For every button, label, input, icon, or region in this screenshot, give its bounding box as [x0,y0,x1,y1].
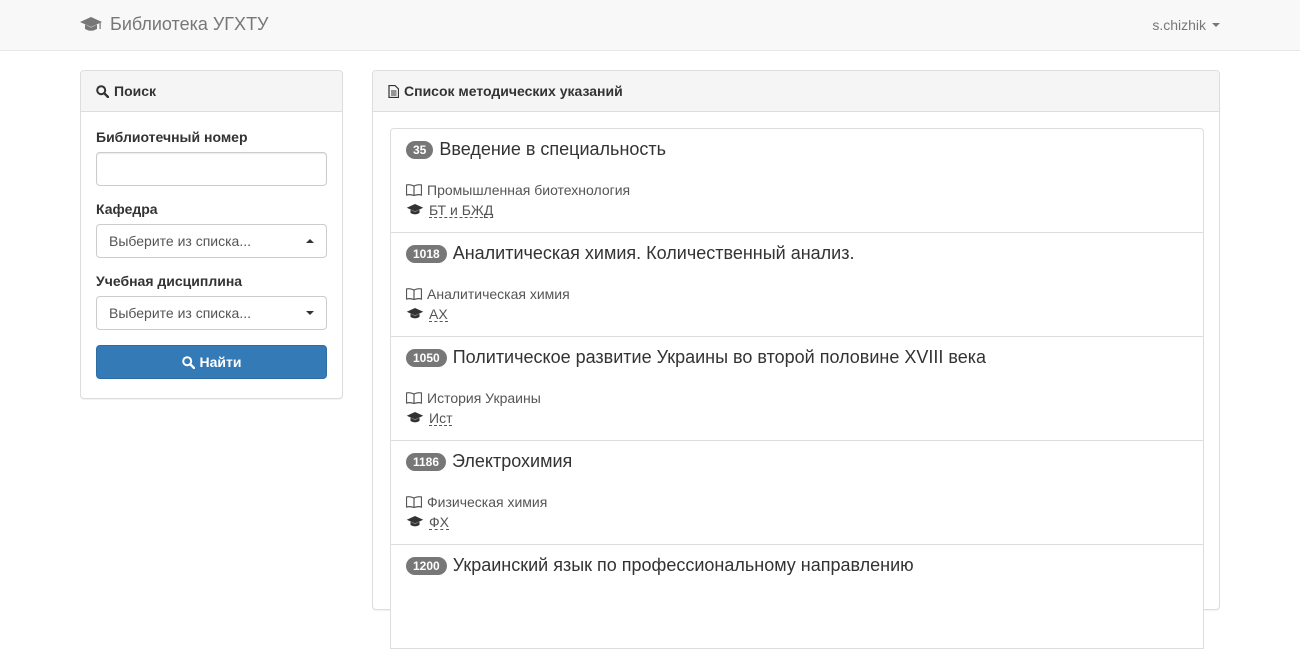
graduation-cap-icon [406,204,424,216]
item-title: Введение в специальность [439,139,667,159]
graduation-cap-icon [406,516,424,528]
guidelines-list: 35 Введение в специальность Промышленная… [390,128,1204,649]
brand-link[interactable]: Библиотека УГХТУ [80,14,269,35]
department-select[interactable]: Выберите из списка... [96,224,327,258]
item-discipline: Аналитическая химия [427,286,570,302]
guidelines-list-panel: Список методических указаний 35 Введение… [372,70,1220,649]
user-name: s.chizhik [1152,17,1206,33]
item-id-badge: 1186 [406,452,447,471]
item-department-link[interactable]: ФХ [429,515,449,530]
list-item[interactable]: 1186 Электрохимия Физическая химия ФХ [390,440,1204,545]
item-department-link[interactable]: БТ и БЖД [429,203,494,218]
user-menu-dropdown[interactable]: s.chizhik [1152,17,1220,33]
caret-up-icon [306,239,314,243]
item-department-link[interactable]: Ист [429,411,453,426]
search-icon [96,84,109,98]
caret-down-icon [1212,23,1220,27]
book-icon [406,392,422,404]
item-title: Аналитическая химия. Количественный анал… [452,243,855,263]
top-navbar: Библиотека УГХТУ s.chizhik [0,0,1300,51]
graduation-cap-icon [80,16,102,33]
list-item[interactable]: 1050 Политическое развитие Украины во вт… [390,336,1204,441]
book-icon [406,496,422,508]
item-id-badge: 1200 [406,556,447,575]
department-select-placeholder: Выберите из списка... [109,233,252,249]
item-discipline: История Украины [427,390,541,406]
item-discipline: Промышленная биотехнология [427,182,631,198]
graduation-cap-icon [406,412,424,424]
search-icon [181,355,195,369]
item-id-badge: 35 [406,140,434,159]
caret-down-icon [306,311,314,315]
list-item[interactable]: 1200 Украинский язык по профессиональном… [390,544,1204,649]
library-number-input[interactable] [96,152,327,186]
item-title: Электрохимия [452,451,573,471]
find-button-label: Найти [199,354,242,370]
item-title: Политическое развитие Украины во второй … [452,347,987,367]
search-panel-heading: Поиск [81,71,342,112]
list-panel-heading: Список методических указаний [373,71,1219,112]
library-number-label: Библиотечный номер [96,129,248,145]
discipline-select[interactable]: Выберите из списка... [96,296,327,330]
list-item[interactable]: 1018 Аналитическая химия. Количественный… [390,232,1204,337]
file-text-icon [388,84,399,98]
department-label: Кафедра [96,201,158,217]
graduation-cap-icon [406,308,424,320]
item-department-link[interactable]: АХ [429,307,448,322]
item-id-badge: 1018 [406,244,447,263]
search-panel: Поиск Библиотечный номер Кафедра Выберит… [80,70,343,399]
discipline-label: Учебная дисциплина [96,273,243,289]
search-panel-title: Поиск [114,83,157,99]
book-icon [406,288,422,300]
item-id-badge: 1050 [406,348,447,367]
brand-title: Библиотека УГХТУ [110,14,269,34]
list-item[interactable]: 35 Введение в специальность Промышленная… [390,128,1204,233]
list-panel-title: Список методических указаний [404,83,623,99]
book-icon [406,184,422,196]
find-button[interactable]: Найти [96,345,327,379]
item-title: Украинский язык по профессиональному нап… [452,555,914,575]
discipline-select-placeholder: Выберите из списка... [109,305,252,321]
item-discipline: Физическая химия [427,494,548,510]
